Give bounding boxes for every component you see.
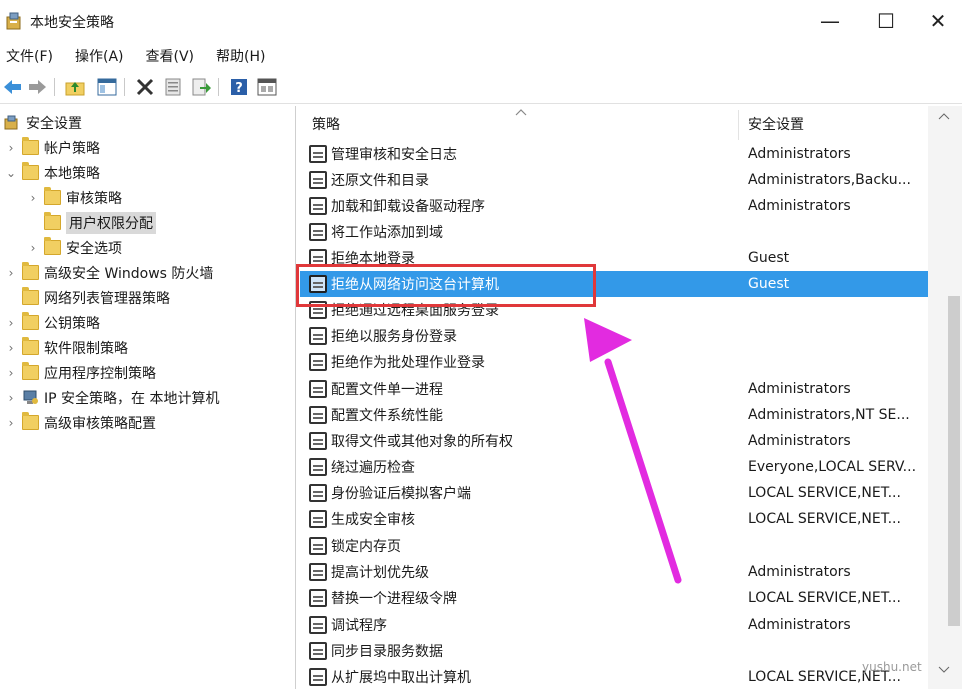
column-header-setting[interactable]: 安全设置 [748, 106, 804, 142]
delete-icon[interactable] [134, 76, 156, 98]
table-row[interactable]: 从扩展坞中取出计算机 LOCAL SERVICE,NET... [300, 664, 928, 689]
tree-item-audit-policy[interactable]: › 审核策略 [26, 185, 122, 210]
folder-icon [22, 337, 39, 355]
tree-item-network-list-manager[interactable]: 网络列表管理器策略 [22, 285, 170, 310]
vertical-scrollbar[interactable] [928, 106, 962, 689]
local-security-policy-icon [6, 12, 21, 30]
tree-item-advanced-audit[interactable]: › 高级审核策略配置 [4, 410, 156, 435]
security-settings-icon [4, 115, 18, 130]
help-icon[interactable]: ? [228, 76, 250, 98]
tree-item-app-control[interactable]: › 应用程序控制策略 [4, 360, 156, 385]
scroll-down-icon[interactable] [938, 666, 950, 674]
up-folder-icon[interactable] [64, 76, 86, 98]
folder-icon [22, 312, 39, 330]
policy-icon [309, 380, 327, 398]
chevron-down-icon[interactable]: ⌄ [4, 166, 18, 180]
tree-item-ip-security[interactable]: › IP 安全策略，在 本地计算机 [4, 385, 219, 410]
policy-icon [309, 327, 327, 345]
toolbar: ? [0, 70, 962, 104]
chevron-right-icon[interactable]: › [4, 341, 18, 355]
chevron-right-icon[interactable]: › [4, 316, 18, 330]
menu-bar: 文件(F) 操作(A) 查看(V) 帮助(H) [0, 42, 962, 70]
navigation-tree: 安全设置 › 帐户策略 ⌄ 本地策略 › 审核策略 用户权限分配 › 安全选项 … [0, 106, 296, 689]
menu-action[interactable]: 操作(A) [75, 46, 124, 66]
maximize-button[interactable]: ☐ [858, 0, 914, 42]
policy-icon [309, 406, 327, 424]
annotation-highlight-box [296, 264, 596, 307]
column-header-policy[interactable]: 策略 [312, 106, 340, 142]
chevron-right-icon[interactable]: › [26, 191, 40, 205]
properties-icon[interactable] [162, 76, 184, 98]
export-list-icon[interactable] [190, 76, 212, 98]
menu-help[interactable]: 帮助(H) [216, 46, 265, 66]
tree-item-account-policies[interactable]: › 帐户策略 [4, 135, 100, 160]
policy-icon [309, 145, 327, 163]
folder-icon [22, 362, 39, 380]
svg-text:?: ? [235, 81, 243, 96]
policy-icon [309, 353, 327, 371]
table-row[interactable]: 调试程序 Administrators [300, 612, 928, 638]
policy-icon [309, 484, 327, 502]
menu-view[interactable]: 查看(V) [146, 46, 195, 66]
folder-icon [44, 187, 61, 205]
toolbar-separator [218, 78, 219, 96]
window-title: 本地安全策略 [30, 15, 114, 31]
forward-icon[interactable] [26, 76, 48, 98]
table-row[interactable]: 将工作站添加到域 [300, 219, 928, 245]
scroll-up-icon[interactable] [938, 112, 950, 120]
policy-icon [309, 668, 327, 686]
chevron-right-icon[interactable]: › [4, 391, 18, 405]
title-bar: 本地安全策略 — ☐ ✕ [0, 0, 962, 42]
chevron-right-icon[interactable]: › [26, 241, 40, 255]
chevron-right-icon[interactable]: › [4, 416, 18, 430]
tree-item-software-restriction[interactable]: › 软件限制策略 [4, 335, 128, 360]
tree-item-local-policies[interactable]: ⌄ 本地策略 [4, 160, 100, 185]
policy-icon [309, 432, 327, 450]
tree-item-security-options[interactable]: › 安全选项 [26, 235, 122, 260]
annotation-arrow-icon [584, 318, 682, 584]
folder-icon [22, 137, 39, 155]
chevron-right-icon[interactable]: › [4, 141, 18, 155]
close-button[interactable]: ✕ [914, 0, 962, 42]
policy-icon [309, 642, 327, 660]
minimize-button[interactable]: — [802, 0, 858, 42]
toolbar-separator [54, 78, 55, 96]
table-row[interactable]: 管理审核和安全日志 Administrators [300, 141, 928, 167]
table-row[interactable]: 还原文件和目录 Administrators,Backu... [300, 167, 928, 193]
folder-icon [22, 287, 39, 305]
folder-icon [44, 212, 61, 230]
policy-icon [309, 563, 327, 581]
policy-icon [309, 458, 327, 476]
policy-icon [309, 197, 327, 215]
console-icon[interactable] [256, 76, 278, 98]
policy-icon [309, 223, 327, 241]
policy-icon [309, 537, 327, 555]
ip-security-icon [23, 390, 38, 404]
policy-icon [309, 616, 327, 634]
folder-icon [22, 262, 39, 280]
chevron-right-icon[interactable]: › [4, 266, 18, 280]
sort-ascending-icon [515, 109, 527, 116]
folder-icon [44, 237, 61, 255]
tree-item-windows-firewall[interactable]: › 高级安全 Windows 防火墙 [4, 260, 213, 285]
folder-icon [22, 162, 39, 180]
chevron-right-icon[interactable]: › [4, 366, 18, 380]
policy-icon [309, 589, 327, 607]
policy-icon [309, 171, 327, 189]
tree-item-user-rights-assignment[interactable]: 用户权限分配 [44, 210, 156, 235]
folder-icon [22, 412, 39, 430]
back-icon[interactable] [2, 76, 24, 98]
table-row[interactable]: 同步目录服务数据 [300, 638, 928, 664]
column-divider [738, 110, 739, 140]
table-row[interactable]: 加载和卸载设备驱动程序 Administrators [300, 193, 928, 219]
policy-icon [309, 510, 327, 528]
menu-file[interactable]: 文件(F) [6, 46, 53, 66]
tree-item-security-settings[interactable]: 安全设置 [4, 110, 82, 135]
watermark: yushu.net [862, 660, 922, 674]
scrollbar-thumb[interactable] [948, 296, 960, 626]
toolbar-separator [124, 78, 125, 96]
show-hide-tree-icon[interactable] [96, 76, 118, 98]
tree-item-public-key-policies[interactable]: › 公钥策略 [4, 310, 100, 335]
